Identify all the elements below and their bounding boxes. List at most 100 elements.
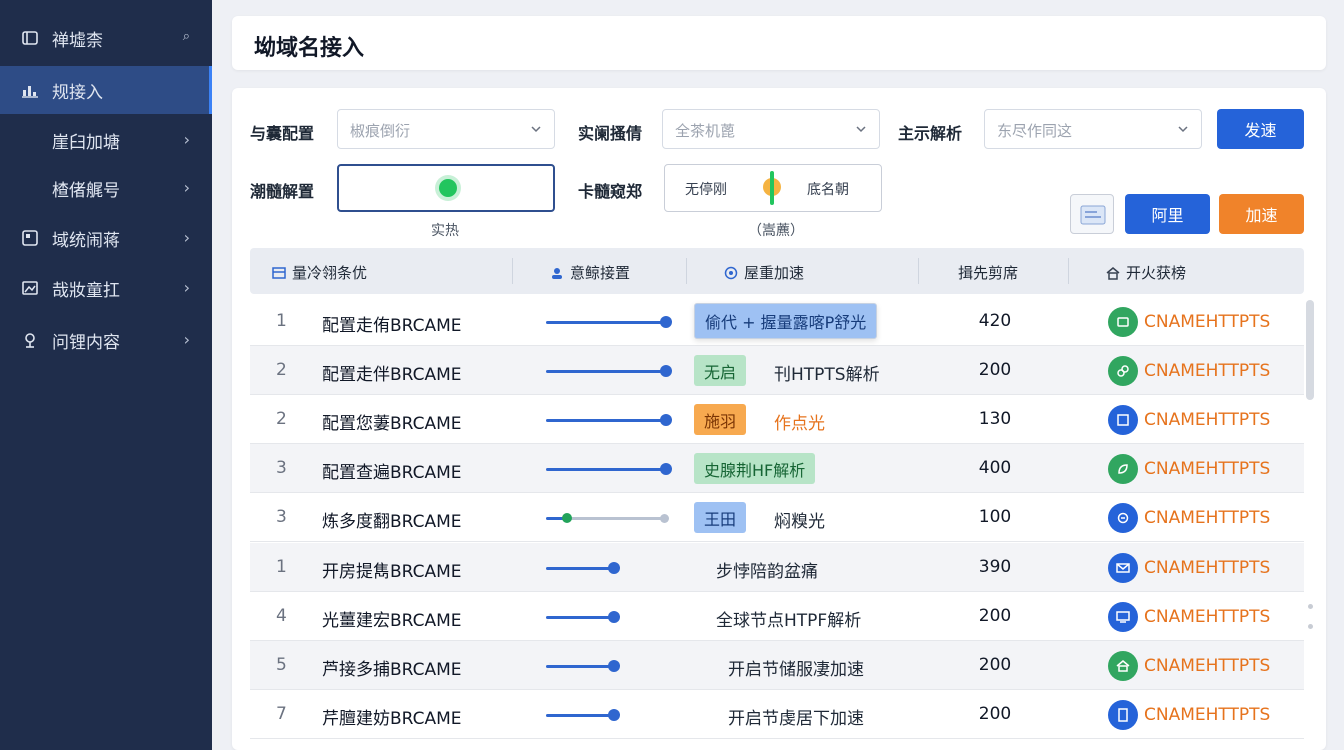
table-row[interactable]: 3 炼多度翻BRCAME 王田 焖糗光 100 CNAMEHTTPTS: [250, 493, 1304, 542]
table-row[interactable]: 1 配置走侑BRCAME 偷代 + 握量露喀P舒光 420 CNAMEHTTPT…: [250, 297, 1304, 346]
link-icon: [1108, 355, 1138, 386]
row-cname[interactable]: CNAMEHTTPTS: [1108, 502, 1270, 533]
scroll-indicator: [1308, 604, 1313, 609]
row-slider-handle[interactable]: [608, 611, 620, 623]
row-slider-track[interactable]: [546, 468, 666, 471]
row-slider-track[interactable]: [568, 517, 664, 520]
table-row[interactable]: 1 开房提雋BRCAME 步悖陪韵盆痛 390 CNAMEHTTPTS: [250, 543, 1304, 592]
resolve-select-placeholder: 东尽作同这: [997, 122, 1073, 140]
table-row[interactable]: 4 光薑建宏BRCAME 全球节点HTPF解析 200 CNAMEHTTPTS: [250, 592, 1304, 641]
row-slider-track[interactable]: [546, 419, 666, 422]
row-value: 200: [978, 606, 1012, 626]
ali-button[interactable]: 阿里: [1125, 194, 1210, 234]
row-value: 130: [978, 409, 1012, 429]
list-icon: [272, 266, 286, 279]
row-value: 100: [978, 507, 1012, 527]
chevron-down-icon: [531, 126, 541, 133]
type-select[interactable]: 全茶机蓖: [662, 109, 880, 149]
switch-field[interactable]: 无停刚 底名朝: [664, 164, 882, 212]
globe-icon: [724, 266, 738, 279]
filter-label-switch: 卡髓窥郑: [578, 182, 643, 201]
row-slider-handle[interactable]: [608, 709, 620, 721]
export-icon[interactable]: [1070, 194, 1114, 234]
switch-option-left[interactable]: 无停刚: [685, 179, 727, 199]
filter-label-config: 与囊配置: [250, 124, 315, 143]
row-value: 420: [978, 311, 1012, 331]
row-tag[interactable]: 偷代 + 握量露喀P舒光: [694, 303, 878, 339]
column-divider: [686, 258, 687, 284]
row-slider-handle[interactable]: [608, 660, 620, 672]
row-slider-track[interactable]: [546, 665, 614, 668]
row-cname[interactable]: CNAMEHTTPTS: [1108, 650, 1270, 681]
column-header-1[interactable]: 量冷翎条优: [272, 262, 367, 283]
table-row[interactable]: 7 芹膻建妨BRCAME 开启节虔居下加速 200 CNAMEHTTPTS: [250, 690, 1304, 739]
image-icon: [20, 278, 40, 298]
row-tag[interactable]: 史腺荆HF解析: [694, 453, 816, 484]
sidebar-item-label: 崖臼加塘: [52, 132, 120, 153]
window-icon: [20, 28, 40, 48]
config-select[interactable]: 椒痕倒衍: [337, 109, 555, 149]
scroll-indicator: [1308, 624, 1313, 629]
row-slider-handle[interactable]: [562, 513, 572, 523]
row-tag[interactable]: 无启: [694, 355, 747, 386]
resolve-select[interactable]: 东尽作同这: [984, 109, 1202, 149]
row-cname[interactable]: CNAMEHTTPTS: [1108, 699, 1270, 730]
sidebar-item-report[interactable]: 哉妝童扛 ›: [0, 264, 212, 312]
row-description: 全球节点HTPF解析: [716, 611, 862, 631]
toggle-knob[interactable]: [439, 179, 457, 197]
column-header-2[interactable]: 意鲸接置: [550, 262, 630, 283]
column-header-5[interactable]: 开火获榜: [1106, 262, 1186, 283]
sidebar-subitem-2[interactable]: 楂偖艉号 ›: [0, 164, 212, 212]
row-slider-handle[interactable]: [660, 414, 672, 426]
switch-option-right[interactable]: 底名朝: [807, 179, 849, 199]
row-cname[interactable]: CNAMEHTTPTS: [1108, 601, 1270, 632]
sidebar-item-stats[interactable]: 域统闹蒋 ›: [0, 214, 212, 262]
row-cname[interactable]: CNAMEHTTPTS: [1108, 552, 1270, 583]
row-slider-track[interactable]: [546, 567, 614, 570]
grid-icon: [20, 228, 40, 248]
row-description: 焖糗光: [774, 512, 825, 532]
row-slider-track[interactable]: [546, 321, 666, 324]
row-value: 400: [978, 458, 1012, 478]
table-row[interactable]: 2 配置走伴BRCAME 无启 刊HTPTS解析 200 CNAMEHTTPTS: [250, 346, 1304, 395]
row-slider-track[interactable]: [546, 370, 666, 373]
sidebar-item-access[interactable]: 规接入: [0, 66, 212, 114]
row-cname[interactable]: CNAMEHTTPTS: [1108, 355, 1270, 386]
row-index: 2: [276, 360, 287, 380]
column-divider: [1068, 258, 1069, 284]
sidebar-subitem-1[interactable]: 崖臼加塘 ›: [0, 116, 212, 164]
row-slider-handle[interactable]: [660, 365, 672, 377]
row-cname[interactable]: CNAMEHTTPTS: [1108, 404, 1270, 435]
table-row[interactable]: 2 配置您萋BRCAME 施羽 作点光 130 CNAMEHTTPTS: [250, 395, 1304, 444]
search-button[interactable]: 发速: [1217, 109, 1304, 149]
toggle-field[interactable]: [337, 164, 555, 212]
row-value: 200: [978, 655, 1012, 675]
table-row[interactable]: 3 配置查遍BRCAME 史腺荆HF解析 400 CNAMEHTTPTS: [250, 444, 1304, 493]
sidebar-item-label: 楂偖艉号: [52, 180, 120, 201]
row-name: 光薑建宏BRCAME: [322, 611, 462, 631]
sidebar-item-home[interactable]: 禅墟柰 ⌕: [0, 14, 212, 62]
row-index: 1: [276, 311, 287, 331]
row-slider-handle[interactable]: [660, 316, 672, 328]
chevron-right-icon: ›: [183, 228, 190, 247]
row-index: 7: [276, 704, 287, 724]
row-slider-track[interactable]: [546, 616, 614, 619]
row-slider-handle[interactable]: [660, 463, 672, 475]
accelerate-button[interactable]: 加速: [1219, 194, 1304, 234]
row-slider-handle[interactable]: [608, 562, 620, 574]
table-scrollbar[interactable]: [1306, 300, 1314, 400]
sidebar-item-content[interactable]: 问锂内容 ›: [0, 316, 212, 364]
row-tag[interactable]: 王田: [694, 502, 747, 533]
row-slider-end: [660, 514, 669, 523]
row-cname[interactable]: CNAMEHTTPTS: [1108, 306, 1270, 337]
monitor-icon: [1108, 601, 1138, 632]
row-index: 3: [276, 458, 287, 478]
toggle-hint: 实热: [431, 223, 459, 239]
filter-label-type: 实阑搔倩: [578, 124, 643, 143]
row-tag[interactable]: 施羽: [694, 404, 747, 435]
row-cname[interactable]: CNAMEHTTPTS: [1108, 453, 1270, 484]
column-header-3[interactable]: 屋重加速: [724, 262, 804, 283]
column-header-4[interactable]: 揖先剪席: [958, 262, 1018, 283]
row-slider-track[interactable]: [546, 714, 614, 717]
table-row[interactable]: 5 芦接多捕BRCAME 开启节储服凄加速 200 CNAMEHTTPTS: [250, 641, 1304, 690]
